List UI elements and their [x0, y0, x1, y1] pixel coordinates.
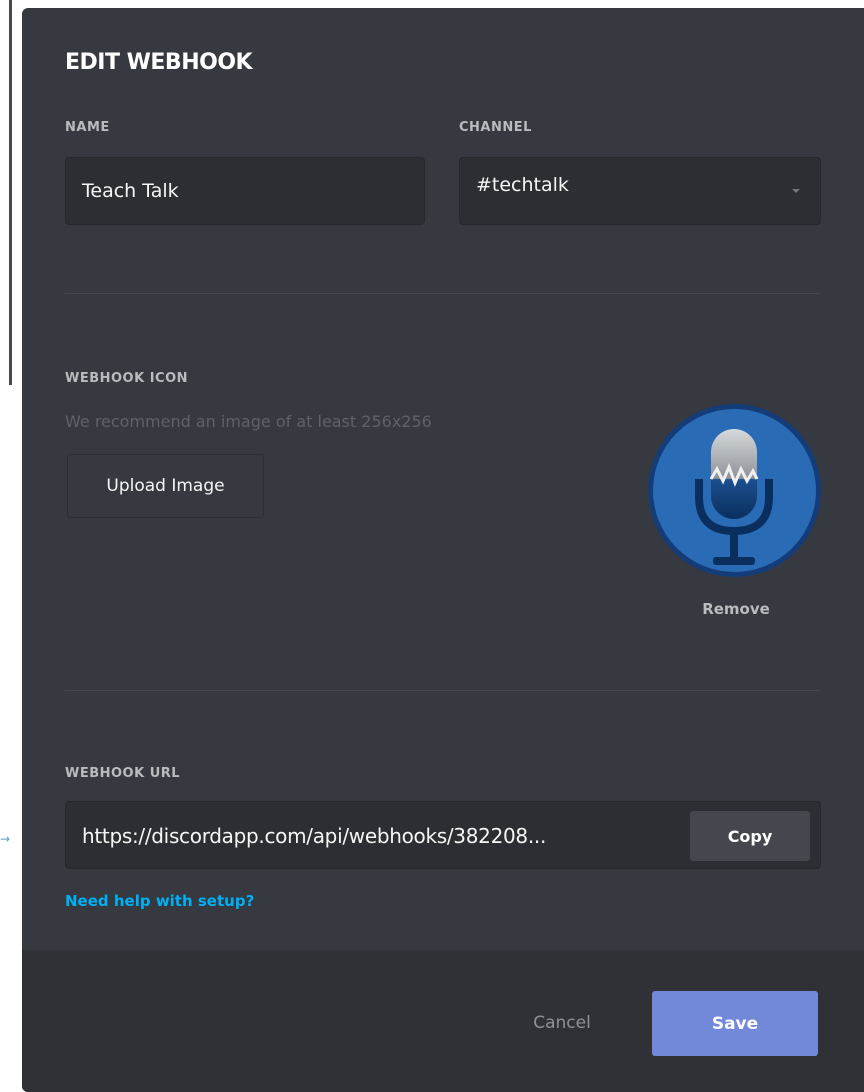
- webhook-url-field[interactable]: https://discordapp.com/api/webhooks/3822…: [65, 801, 821, 869]
- name-input[interactable]: Teach Talk: [65, 157, 425, 225]
- name-label: NAME: [65, 120, 110, 135]
- cancel-button[interactable]: Cancel: [512, 1008, 612, 1038]
- name-input-value: Teach Talk: [82, 180, 179, 202]
- webhook-url-label: WEBHOOK URL: [65, 766, 181, 781]
- channel-select[interactable]: #techtalk: [459, 157, 821, 225]
- setup-help-link[interactable]: Need help with setup?: [65, 892, 254, 910]
- chevron-down-icon: [792, 189, 800, 193]
- channel-select-value: #techtalk: [476, 174, 569, 196]
- copy-button[interactable]: Copy: [690, 811, 810, 861]
- arrow-icon: →: [0, 832, 11, 846]
- upload-image-button[interactable]: Upload Image: [67, 454, 264, 518]
- modal-footer: Cancel Save: [22, 950, 864, 1092]
- channel-label: CHANNEL: [459, 120, 532, 135]
- divider: [65, 690, 821, 691]
- webhook-avatar[interactable]: [648, 404, 821, 577]
- background-window-edge: [0, 0, 12, 385]
- edit-webhook-modal: EDIT WEBHOOK NAME Teach Talk CHANNEL #te…: [22, 8, 864, 1092]
- modal-title: EDIT WEBHOOK: [65, 50, 253, 75]
- remove-icon-link[interactable]: Remove: [671, 600, 801, 618]
- webhook-url-value: https://discordapp.com/api/webhooks/3822…: [82, 824, 547, 848]
- microphone-icon: [695, 429, 773, 565]
- icon-hint-text: We recommend an image of at least 256x25…: [65, 412, 432, 431]
- save-button[interactable]: Save: [652, 991, 818, 1056]
- divider: [65, 293, 821, 294]
- webhook-icon-label: WEBHOOK ICON: [65, 371, 189, 386]
